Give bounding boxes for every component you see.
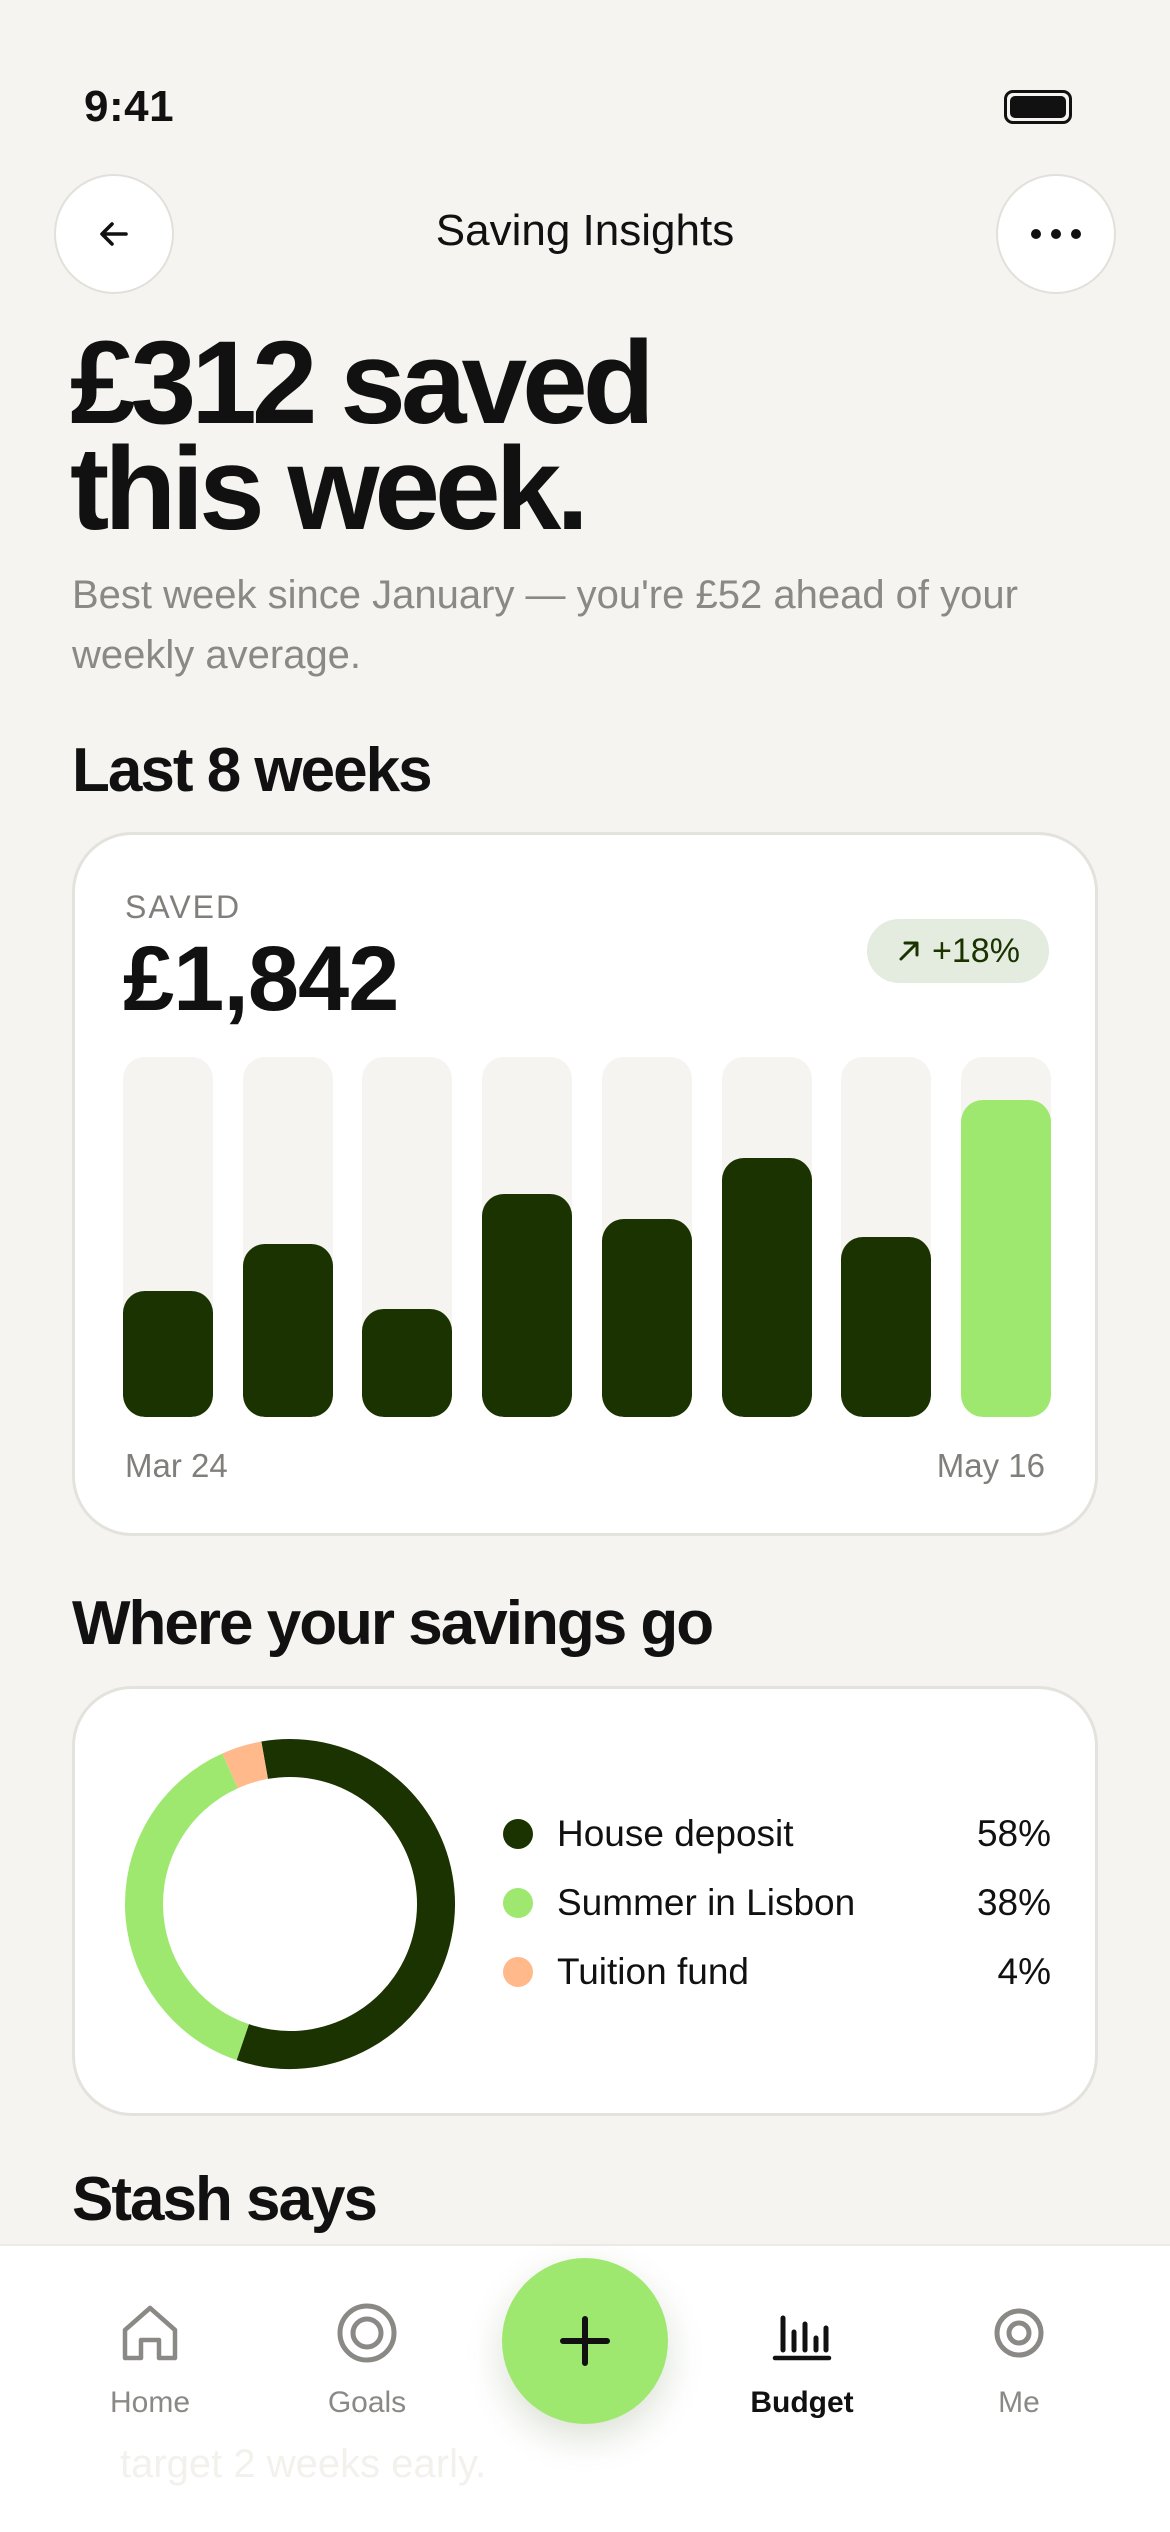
bar[interactable] xyxy=(362,1309,453,1417)
bar-track xyxy=(482,1057,573,1417)
page-title: Saving Insights xyxy=(435,206,735,255)
axis-label-end: May 16 xyxy=(936,1447,1045,1484)
more-button[interactable] xyxy=(996,174,1116,294)
bar[interactable] xyxy=(242,1244,333,1417)
bar-chart-icon xyxy=(772,2315,832,2361)
home-icon xyxy=(122,2305,178,2361)
legend-name: Tuition fund xyxy=(557,1950,749,1992)
tab-home[interactable]: Home xyxy=(50,2298,250,2420)
bar-track xyxy=(123,1057,213,1417)
ellipsis-icon xyxy=(1031,229,1081,239)
donut-segment xyxy=(125,1739,455,2069)
saved-value: £1,842 xyxy=(123,928,399,1030)
section-title-last-weeks: Last 8 weeks xyxy=(72,736,433,805)
bar-track xyxy=(362,1057,453,1417)
tab-label: Goals xyxy=(327,2386,407,2419)
hero-subtext: Best week since January — you're £52 ahe… xyxy=(72,573,1018,677)
tab-label: Home xyxy=(109,2386,191,2419)
legend-dot xyxy=(503,1956,533,1987)
bar-track xyxy=(841,1057,932,1417)
donut-segment xyxy=(125,1739,455,2069)
status-time: 9:41 xyxy=(84,82,175,131)
headline-line-2: this week. xyxy=(70,423,589,555)
bar[interactable] xyxy=(961,1100,1051,1417)
savings-breakdown-card[interactable]: House deposit 58% Summer in Lisbon 38% T… xyxy=(72,1686,1098,2116)
section-title-where: Where your savings go xyxy=(72,1589,714,1658)
bar-track xyxy=(601,1057,692,1417)
savings-legend: House deposit 58% Summer in Lisbon 38% T… xyxy=(503,1799,1051,2006)
plus-icon xyxy=(560,2316,610,2366)
add-button[interactable] xyxy=(502,2258,668,2424)
legend-item[interactable]: Summer in Lisbon 38% xyxy=(503,1868,1051,1937)
bar-track xyxy=(242,1057,333,1417)
tab-label: Me xyxy=(998,2386,1040,2419)
legend-percent: 4% xyxy=(997,1950,1051,1992)
hero-headline: £312 saved this week. xyxy=(70,317,1120,555)
saved-label: SAVED xyxy=(125,889,242,925)
savings-donut-chart xyxy=(125,1739,455,2069)
trend-value: +18% xyxy=(932,931,1020,970)
weekly-bar-chart xyxy=(123,1057,1051,1417)
bar[interactable] xyxy=(601,1219,692,1417)
legend-percent: 38% xyxy=(976,1881,1051,1923)
legend-dot xyxy=(503,1887,533,1918)
arrow-up-right-icon xyxy=(899,941,919,961)
tab-label: Budget xyxy=(750,2386,854,2419)
bar-track xyxy=(961,1057,1051,1417)
bar-track xyxy=(721,1057,812,1417)
axis-label-start: Mar 24 xyxy=(125,1447,228,1484)
bar[interactable] xyxy=(123,1291,213,1417)
bar[interactable] xyxy=(721,1157,812,1417)
donut-segment xyxy=(125,1739,455,2069)
headline-line-1: £312 saved xyxy=(70,317,655,449)
trend-badge: +18% xyxy=(867,919,1049,983)
target-icon xyxy=(337,2303,397,2363)
peek-text: target 2 weeks early. xyxy=(120,2442,487,2486)
section-title-stash: Stash says xyxy=(72,2165,378,2234)
bar[interactable] xyxy=(482,1193,573,1417)
legend-name: Summer in Lisbon xyxy=(557,1881,856,1923)
battery-icon xyxy=(1004,90,1072,124)
tab-budget[interactable]: Budget xyxy=(702,2298,902,2420)
tab-goals[interactable]: Goals xyxy=(267,2298,467,2420)
person-icon xyxy=(994,2308,1044,2358)
legend-item[interactable]: Tuition fund 4% xyxy=(503,1937,1051,2006)
bar[interactable] xyxy=(841,1237,932,1417)
legend-percent: 58% xyxy=(976,1812,1051,1854)
tab-me[interactable]: Me xyxy=(919,2298,1119,2420)
legend-dot xyxy=(503,1818,533,1849)
legend-item[interactable]: House deposit 58% xyxy=(503,1799,1051,1868)
legend-name: House deposit xyxy=(557,1812,794,1854)
weekly-savings-card[interactable]: SAVED £1,842 +18% Mar 24 May 16 xyxy=(72,832,1098,1536)
